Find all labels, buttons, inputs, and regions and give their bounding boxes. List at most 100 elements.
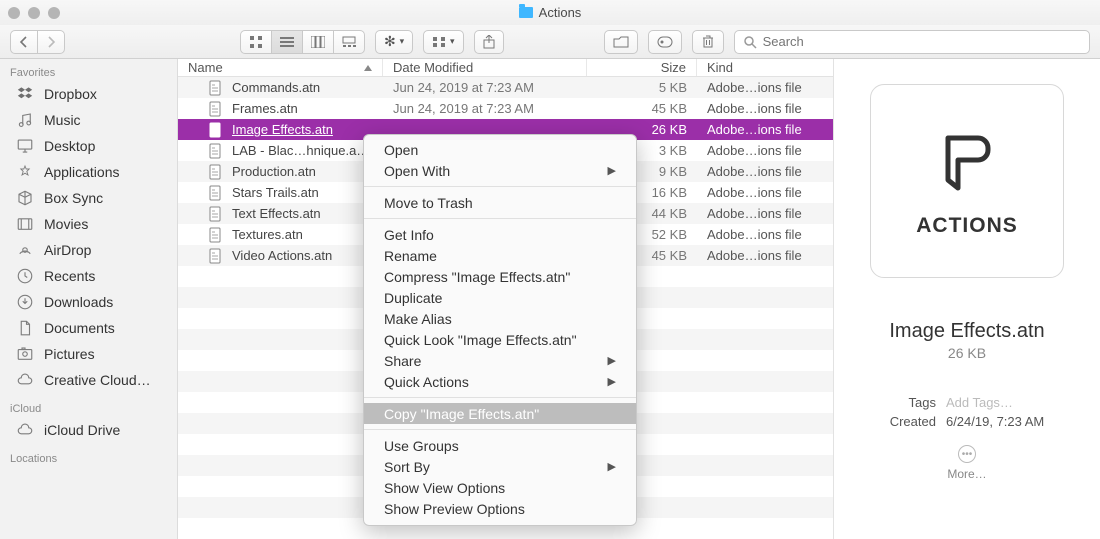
file-name: Commands.atn — [232, 80, 320, 95]
column-header-name[interactable]: Name — [178, 59, 383, 76]
share-button[interactable] — [474, 30, 504, 54]
menu-item-make-alias[interactable]: Make Alias — [364, 308, 636, 329]
trash-icon — [701, 35, 715, 49]
menu-item-view-options[interactable]: Show View Options — [364, 477, 636, 498]
file-row[interactable]: Commands.atnJun 24, 2019 at 7:23 AM5 KBA… — [178, 77, 833, 98]
sidebar-item-label: AirDrop — [44, 242, 91, 258]
column-label: Date Modified — [393, 60, 473, 75]
sidebar-item-desktop[interactable]: Desktop — [0, 133, 177, 159]
preview-pane: ACTIONS Image Effects.atn 26 KB Tags Add… — [834, 59, 1100, 539]
file-name: Stars Trails.atn — [232, 185, 319, 200]
menu-separator — [364, 397, 636, 398]
trash-button[interactable] — [692, 30, 724, 54]
file-kind: Adobe…ions file — [697, 140, 833, 161]
chevron-down-icon: ▾ — [450, 36, 455, 47]
sort-caret-icon — [364, 65, 372, 71]
column-header-date[interactable]: Date Modified — [383, 59, 587, 76]
tag-button[interactable] — [648, 30, 682, 54]
preview-tags-field[interactable]: Add Tags… — [946, 395, 1044, 410]
menu-item-quick-actions[interactable]: Quick Actions▶ — [364, 371, 636, 392]
menu-item-preview-options[interactable]: Show Preview Options — [364, 498, 636, 519]
icon-view-button[interactable] — [240, 30, 271, 54]
chevron-down-icon: ▾ — [400, 36, 405, 47]
desktop-icon — [16, 137, 34, 155]
sidebar-item-music[interactable]: Music — [0, 107, 177, 133]
file-icon — [208, 101, 224, 117]
sidebar-item-airdrop[interactable]: AirDrop — [0, 237, 177, 263]
sidebar: Favorites Dropbox Music Desktop Applicat… — [0, 59, 178, 539]
sidebar-item-creativecloud[interactable]: Creative Cloud… — [0, 367, 177, 393]
file-row[interactable]: Frames.atnJun 24, 2019 at 7:23 AM45 KBAd… — [178, 98, 833, 119]
movies-icon — [16, 215, 34, 233]
sidebar-item-downloads[interactable]: Downloads — [0, 289, 177, 315]
sidebar-item-label: Desktop — [44, 138, 95, 154]
file-icon — [208, 206, 224, 222]
file-name: Image Effects.atn — [232, 122, 333, 137]
menu-item-duplicate[interactable]: Duplicate — [364, 287, 636, 308]
toolbar: ✻ ▾ ▾ — [0, 25, 1100, 59]
menu-item-get-info[interactable]: Get Info — [364, 224, 636, 245]
forward-button[interactable] — [37, 30, 65, 54]
music-icon — [16, 111, 34, 129]
sidebar-item-icloud-drive[interactable]: iCloud Drive — [0, 417, 177, 443]
arrange-menu-button[interactable]: ▾ — [423, 30, 463, 54]
menu-item-share[interactable]: Share▶ — [364, 350, 636, 371]
sidebar-item-label: Music — [44, 112, 81, 128]
file-name: Production.atn — [232, 164, 316, 179]
sidebar-item-pictures[interactable]: Pictures — [0, 341, 177, 367]
sidebar-item-recents[interactable]: Recents — [0, 263, 177, 289]
file-kind: Adobe…ions file — [697, 182, 833, 203]
sidebar-item-label: Applications — [44, 164, 120, 180]
cloud-icon — [16, 371, 34, 389]
search-field[interactable] — [734, 30, 1090, 54]
file-kind: Adobe…ions file — [697, 203, 833, 224]
file-kind: Adobe…ions file — [697, 245, 833, 266]
menu-item-open-with[interactable]: Open With▶ — [364, 160, 636, 181]
gear-icon: ✻ — [384, 33, 396, 50]
sidebar-item-dropbox[interactable]: Dropbox — [0, 81, 177, 107]
preview-more[interactable]: ••• More… — [947, 445, 986, 481]
new-folder-button[interactable] — [604, 30, 638, 54]
folder-icon — [519, 7, 533, 18]
sidebar-item-label: Downloads — [44, 294, 113, 310]
column-view-button[interactable] — [302, 30, 333, 54]
file-size: 45 KB — [587, 98, 697, 119]
menu-item-compress[interactable]: Compress "Image Effects.atn" — [364, 266, 636, 287]
sidebar-item-label: Movies — [44, 216, 88, 232]
sidebar-item-applications[interactable]: Applications — [0, 159, 177, 185]
menu-item-open[interactable]: Open — [364, 139, 636, 160]
menu-item-quick-look[interactable]: Quick Look "Image Effects.atn" — [364, 329, 636, 350]
box-icon — [16, 189, 34, 207]
sidebar-item-movies[interactable]: Movies — [0, 211, 177, 237]
column-label: Size — [661, 60, 686, 75]
file-name: Textures.atn — [232, 227, 303, 242]
menu-item-sort-by[interactable]: Sort By▶ — [364, 456, 636, 477]
menu-item-use-groups[interactable]: Use Groups — [364, 435, 636, 456]
sidebar-item-label: Dropbox — [44, 86, 97, 102]
menu-item-copy[interactable]: Copy "Image Effects.atn" — [364, 403, 636, 424]
search-input[interactable] — [763, 34, 1081, 49]
menu-separator — [364, 218, 636, 219]
menu-item-trash[interactable]: Move to Trash — [364, 192, 636, 213]
sidebar-item-label: Creative Cloud… — [44, 372, 151, 388]
list-view-button[interactable] — [271, 30, 302, 54]
back-button[interactable] — [10, 30, 37, 54]
menu-item-rename[interactable]: Rename — [364, 245, 636, 266]
downloads-icon — [16, 293, 34, 311]
gallery-view-button[interactable] — [333, 30, 365, 54]
file-icon — [208, 227, 224, 243]
sidebar-item-documents[interactable]: Documents — [0, 315, 177, 341]
column-header-size[interactable]: Size — [587, 59, 697, 76]
sidebar-item-boxsync[interactable]: Box Sync — [0, 185, 177, 211]
file-name: LAB - Blac…hnique.a… — [232, 143, 369, 158]
preview-filesize: 26 KB — [948, 345, 986, 361]
tag-icon — [657, 36, 673, 48]
preview-created-value: 6/24/19, 7:23 AM — [946, 414, 1044, 429]
column-header-kind[interactable]: Kind — [697, 59, 833, 76]
view-mode-buttons — [240, 30, 365, 54]
sidebar-item-label: Recents — [44, 268, 95, 284]
nav-buttons — [10, 30, 65, 54]
action-menu-button[interactable]: ✻ ▾ — [375, 30, 413, 54]
pictures-icon — [16, 345, 34, 363]
clock-icon — [16, 267, 34, 285]
